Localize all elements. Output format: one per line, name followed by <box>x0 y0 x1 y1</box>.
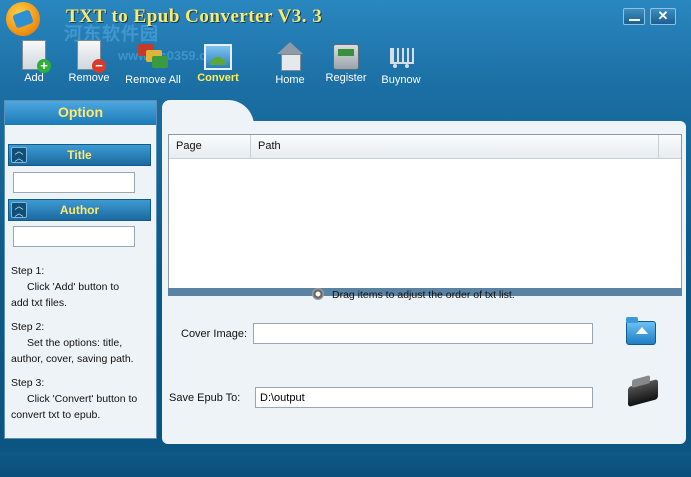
instructions: Step 1: Click 'Add' button to add txt fi… <box>11 263 151 431</box>
cover-image-input[interactable] <box>253 323 593 344</box>
convert-label: Convert <box>197 72 239 84</box>
minimize-button[interactable] <box>623 8 645 25</box>
register-button[interactable]: Register <box>324 40 368 84</box>
column-path[interactable]: Path <box>251 135 659 158</box>
title-input[interactable] <box>13 172 135 193</box>
remove-file-icon <box>77 40 106 73</box>
buynow-label: Buynow <box>381 74 421 86</box>
step-1: Step 1: Click 'Add' button to add txt fi… <box>11 265 120 309</box>
remove-all-label: Remove All <box>125 74 181 86</box>
remove-button[interactable]: Remove <box>66 40 112 84</box>
drag-hint-text: Drag items to adjust the order of txt li… <box>332 289 515 301</box>
close-icon: ✕ <box>657 8 669 23</box>
content-panel: Page Path Drag items to adjust the order… <box>162 121 686 444</box>
home-button[interactable]: Home <box>273 40 307 86</box>
option-panel: Option ︿ ︿ Title ︿ ︿ Author Step 1: Click … <box>4 100 157 439</box>
step-3: Step 3: Click 'Convert' button to conver… <box>11 377 138 421</box>
close-button[interactable]: ✕ <box>650 8 676 25</box>
buynow-button[interactable]: Buynow <box>380 40 422 86</box>
add-label: Add <box>24 72 44 84</box>
status-strip <box>0 452 691 477</box>
title-section-header[interactable]: ︿ ︿ Title <box>8 144 151 166</box>
step-2: Step 2: Set the options: title, author, … <box>11 321 134 365</box>
file-list[interactable]: Page Path <box>168 134 682 294</box>
register-icon <box>333 44 359 70</box>
title-bar: 河东软件园 TXT to Epub Converter V3. 3 ✕ <box>0 0 691 44</box>
cover-image-label: Cover Image: <box>181 328 248 340</box>
convert-icon <box>204 44 232 70</box>
minimize-icon <box>629 19 640 21</box>
app-window: 河东软件园 TXT to Epub Converter V3. 3 ✕ www.… <box>0 0 691 477</box>
cart-icon <box>385 40 417 72</box>
remove-all-icon <box>138 40 168 72</box>
home-icon <box>274 40 306 72</box>
column-page[interactable]: Page <box>169 135 251 158</box>
remove-label: Remove <box>68 72 110 84</box>
register-label: Register <box>325 72 367 84</box>
author-input[interactable] <box>13 226 135 247</box>
browse-folder-icon[interactable] <box>626 317 656 345</box>
convert-button[interactable]: Convert <box>193 40 243 84</box>
drag-hint: Drag items to adjust the order of txt li… <box>312 288 515 301</box>
column-spacer <box>659 135 681 158</box>
save-epub-label: Save Epub To: <box>169 392 241 404</box>
add-file-icon <box>22 40 51 73</box>
option-header: Option <box>5 101 156 125</box>
home-label: Home <box>275 74 305 86</box>
save-path-browse-icon[interactable] <box>628 378 658 408</box>
app-logo-icon <box>6 2 40 36</box>
save-path-input[interactable] <box>255 387 593 408</box>
app-title: TXT to Epub Converter V3. 3 <box>66 6 323 27</box>
title-section-label: Title <box>67 148 92 162</box>
file-list-header: Page Path <box>169 135 681 159</box>
drag-hint-icon <box>312 288 324 300</box>
add-button[interactable]: Add <box>18 40 51 84</box>
remove-all-button[interactable]: Remove All <box>124 40 182 86</box>
author-section-label: Author <box>59 203 100 217</box>
author-section-header[interactable]: ︿ ︿ Author <box>8 199 151 221</box>
